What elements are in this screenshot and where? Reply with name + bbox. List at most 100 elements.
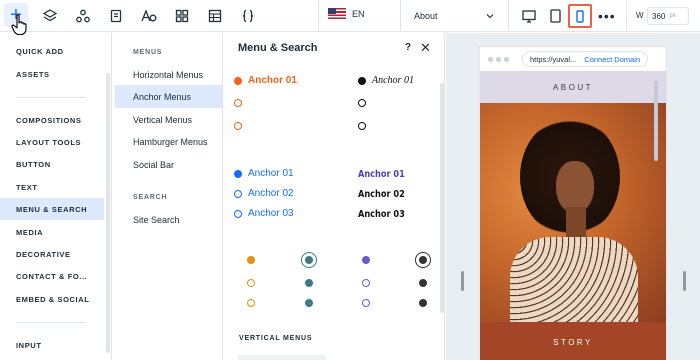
anchor-dot-empty	[247, 279, 255, 287]
nav-contact-forms[interactable]: CONTACT & FO...	[0, 265, 104, 287]
anchor-dot-empty	[247, 299, 255, 307]
toolbar-divider	[400, 0, 401, 32]
anchor-dot-filled	[358, 76, 366, 85]
panel-title: Menu & Search	[238, 42, 318, 54]
browser-bar: https://yuval... Connect Domain	[480, 47, 666, 71]
text-theme-icon[interactable]	[135, 2, 163, 30]
width-unit: px	[669, 13, 676, 19]
category-site-search[interactable]: Site Search	[115, 208, 222, 231]
resize-handle-left[interactable]	[461, 271, 464, 291]
nav-divider	[16, 97, 86, 98]
category-hamburger-menus[interactable]: Hamburger Menus	[115, 130, 222, 153]
close-button[interactable]: ✕	[420, 40, 431, 56]
more-options-button[interactable]: •••	[598, 8, 616, 24]
window-dot	[496, 56, 501, 62]
anchor-dot-filled	[362, 256, 370, 264]
editor-canvas: https://yuval... Connect Domain ABOUT ST…	[446, 33, 700, 360]
layers-icon[interactable]	[36, 2, 64, 30]
category-horizontal-menus[interactable]: Horizontal Menus	[115, 63, 222, 86]
nav-decorative[interactable]: DECORATIVE	[0, 243, 104, 265]
nav-compositions[interactable]: COMPOSITIONS	[0, 109, 104, 131]
page-selector-value: About	[414, 11, 438, 21]
anchor-dot-filled	[234, 76, 242, 85]
anchor-dot-empty	[234, 99, 242, 107]
connect-domain-link[interactable]: Connect Domain	[584, 55, 640, 64]
category-vertical-menus[interactable]: Vertical Menus	[115, 108, 222, 131]
panel-scrollbar[interactable]	[440, 83, 444, 313]
anchor-dot-filled	[305, 279, 313, 287]
category-anchor-menus[interactable]: Anchor Menus	[115, 85, 222, 108]
width-value: 360	[652, 11, 666, 21]
nav-embed-social[interactable]: EMBED & SOCIAL	[0, 288, 104, 310]
nav-layout-tools[interactable]: LAYOUT TOOLS	[0, 131, 104, 153]
portrait-image[interactable]	[480, 103, 666, 322]
vertical-menus-heading: VERTICAL MENUS	[239, 335, 313, 342]
menu-search-panel: Menu & Search ? ✕ Anchor 01 Anchor 01 An…	[224, 33, 445, 360]
vertical-menu-preview[interactable]	[238, 355, 326, 360]
anchor-label: Anchor 02	[358, 189, 405, 200]
mobile-icon	[576, 9, 584, 23]
width-input[interactable]: 360 px	[647, 7, 689, 25]
anchor-dot-empty	[358, 122, 366, 130]
desktop-view-button[interactable]	[517, 4, 541, 28]
pages-icon[interactable]	[102, 2, 130, 30]
anchor-label: Anchor 01	[248, 168, 294, 179]
tablet-view-button[interactable]	[543, 4, 567, 28]
language-selector[interactable]: EN	[328, 8, 365, 19]
anchor-dot-filled	[247, 256, 255, 264]
anchor-dot-empty	[234, 122, 242, 130]
neck-shape	[566, 207, 586, 237]
nav-divider	[16, 322, 86, 323]
anchor-dot-filled	[419, 279, 427, 287]
about-section-header[interactable]: ABOUT	[480, 71, 666, 103]
nav-input[interactable]: INPUT	[0, 334, 104, 356]
toolbar-divider	[508, 0, 509, 32]
story-section-header[interactable]: STORY	[480, 322, 666, 360]
window-dot	[504, 56, 509, 62]
anchor-label: Anchor 03	[248, 208, 294, 219]
nav-scrollbar[interactable]	[106, 73, 110, 353]
mobile-view-button[interactable]	[568, 4, 592, 28]
app-market-icon[interactable]	[168, 2, 196, 30]
cms-table-icon[interactable]	[201, 2, 229, 30]
resize-handle-right[interactable]	[683, 271, 686, 291]
anchor-label: Anchor 01	[372, 75, 414, 86]
menus-heading: MENUS	[133, 49, 163, 56]
category-social-bar[interactable]: Social Bar	[115, 153, 222, 176]
url-bar: https://yuval... Connect Domain	[522, 51, 649, 67]
site-url: https://yuval...	[530, 54, 577, 64]
search-heading: SEARCH	[133, 194, 168, 201]
apps-icon[interactable]	[69, 2, 97, 30]
code-braces-icon[interactable]	[234, 2, 262, 30]
page-selector[interactable]: About	[404, 4, 504, 28]
nav-assets[interactable]: ASSETS	[0, 63, 104, 85]
hand-cursor-icon	[11, 14, 27, 36]
anchor-dot-filled	[234, 169, 242, 178]
anchor-dot-empty	[362, 279, 370, 287]
window-dot	[488, 56, 493, 62]
help-button[interactable]: ?	[405, 42, 411, 53]
chevron-down-icon	[486, 14, 494, 19]
toolbar-divider	[318, 0, 319, 32]
desktop-icon	[522, 9, 536, 23]
us-flag-icon	[328, 8, 346, 19]
tablet-icon	[549, 9, 561, 23]
nav-quick-add[interactable]: QUICK ADD	[0, 40, 104, 62]
preview-scrollbar[interactable]	[654, 81, 658, 161]
nav-media[interactable]: MEDIA	[0, 221, 104, 243]
toolbar-divider	[626, 0, 627, 32]
nav-menu-search[interactable]: MENU & SEARCH	[0, 198, 104, 220]
anchor-dot-filled	[419, 299, 427, 307]
language-label: EN	[352, 8, 365, 19]
anchor-label: Anchor 02	[248, 188, 294, 199]
anchor-dot-filled	[305, 299, 313, 307]
nav-text[interactable]: TEXT	[0, 176, 104, 198]
shirt-shape	[510, 237, 638, 322]
nav-button[interactable]: BUTTON	[0, 153, 104, 175]
anchor-dot-empty	[362, 299, 370, 307]
width-label: W	[636, 11, 644, 20]
anchor-label: Anchor 01	[358, 169, 405, 180]
anchor-dot-selected	[415, 252, 431, 268]
menu-category-list: MENUS Horizontal Menus Anchor Menus Vert…	[113, 33, 223, 360]
mobile-preview: https://yuval... Connect Domain ABOUT ST…	[479, 46, 667, 360]
